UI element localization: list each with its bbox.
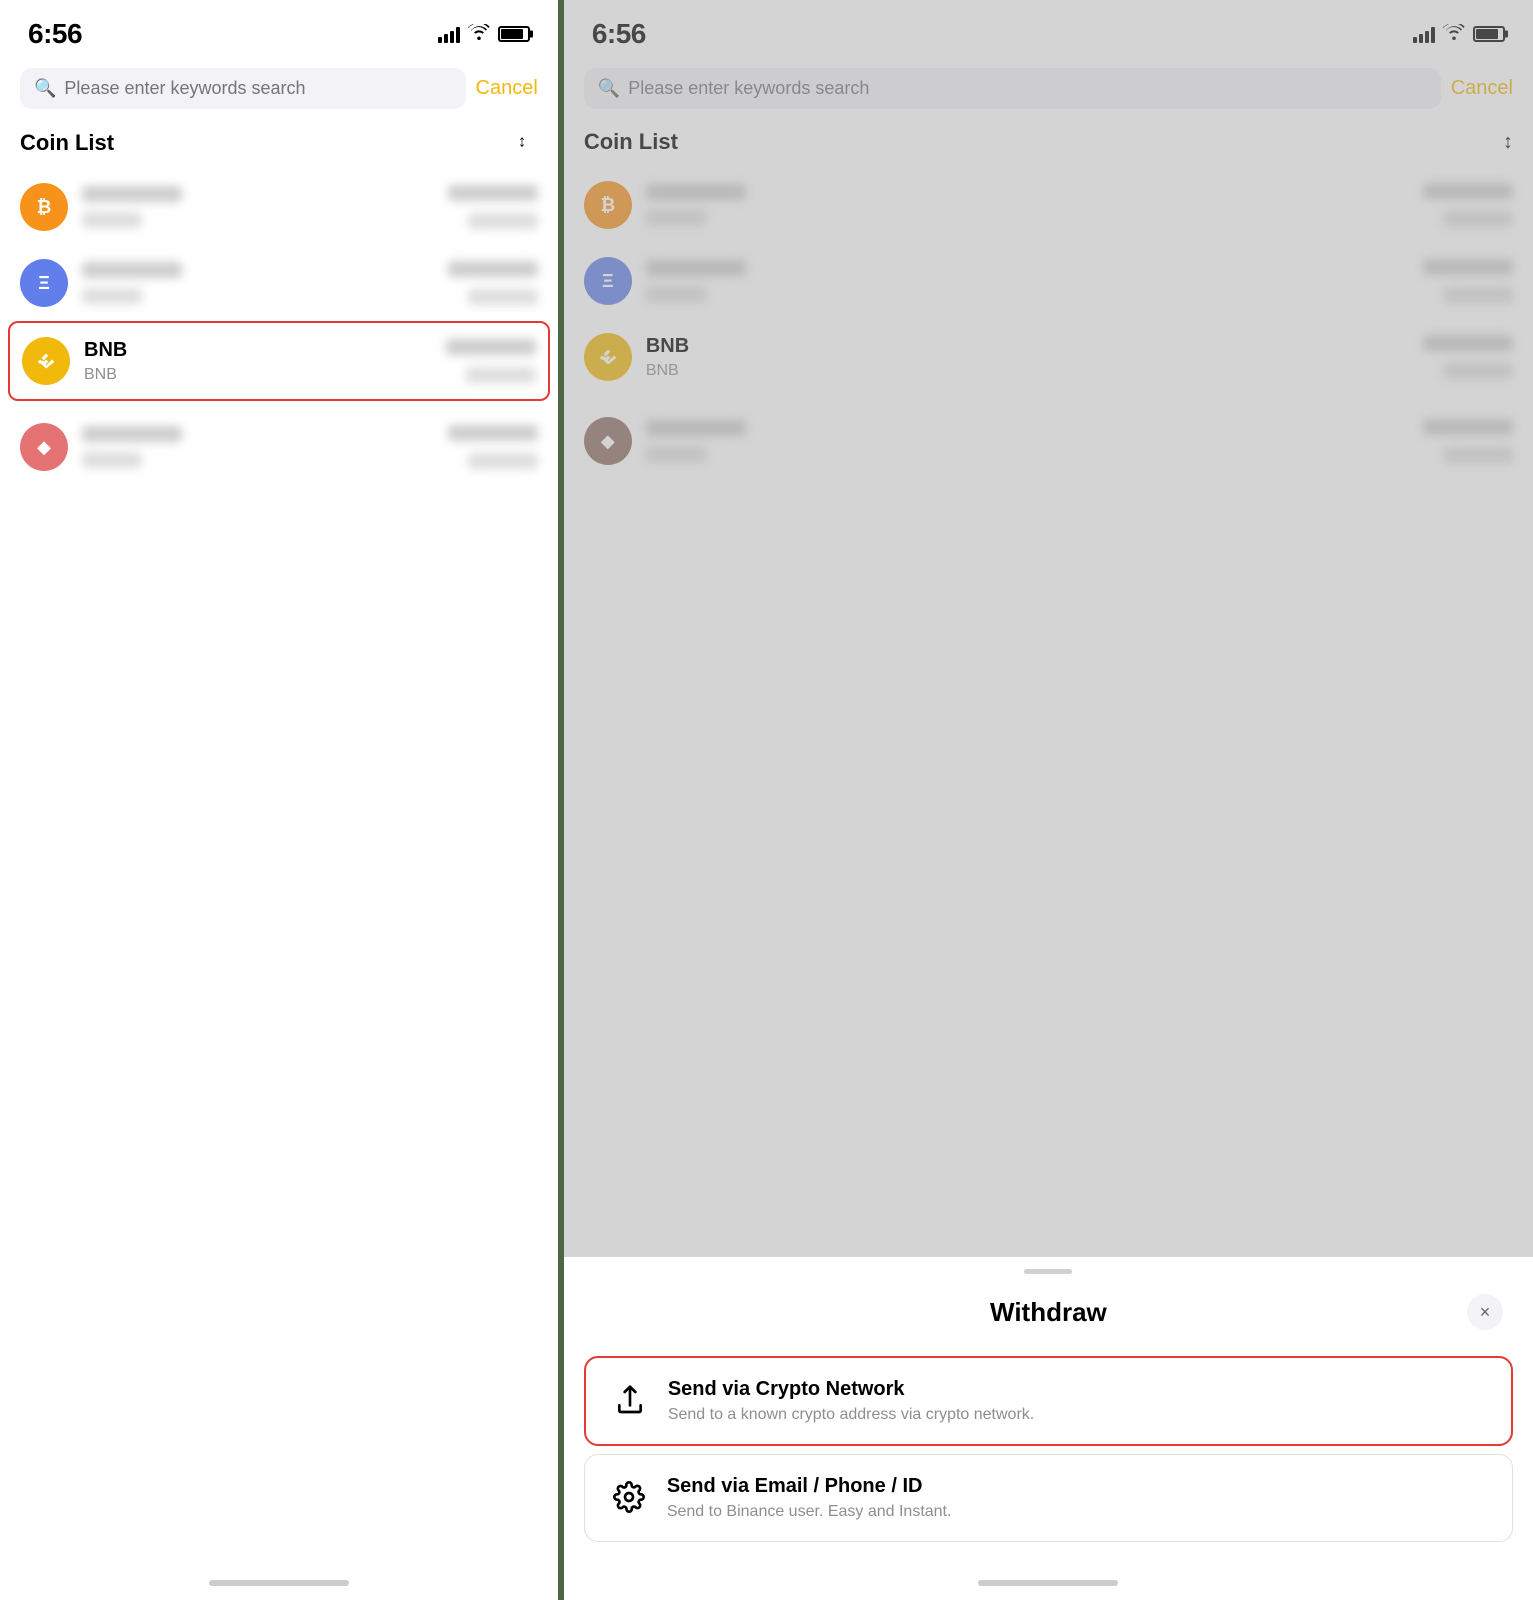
- close-button[interactable]: ×: [1467, 1294, 1503, 1330]
- right-panel: 6:56: [564, 0, 1533, 1600]
- bnb-symbol: BNB: [84, 366, 432, 384]
- coin-values: [448, 425, 538, 469]
- home-indicator: [0, 1560, 558, 1600]
- search-icon: 🔍: [34, 78, 56, 99]
- coin-name-blurred: [82, 262, 182, 278]
- bnb-info: BNB BNB: [84, 339, 432, 384]
- right-top-section: 6:56: [564, 0, 1533, 1257]
- coin-name-blurred: [82, 426, 182, 442]
- send-crypto-desc: Send to a known crypto address via crypt…: [668, 1406, 1034, 1424]
- coin-symbol-blurred: [82, 452, 142, 468]
- coin-info: [82, 186, 434, 228]
- list-item[interactable]: ◆: [20, 409, 538, 485]
- left-status-bar: 6:56: [0, 0, 558, 60]
- sheet-header: Withdraw ×: [564, 1280, 1533, 1348]
- list-item[interactable]: Ξ: [20, 245, 538, 321]
- overlay: [564, 0, 1533, 1257]
- send-email-desc: Send to Binance user. Easy and Instant.: [667, 1503, 952, 1521]
- left-coin-list-title: Coin List: [20, 130, 114, 156]
- bnb-name: BNB: [84, 339, 432, 362]
- coin-symbol-blurred: [82, 288, 142, 304]
- coin-logo: ₿: [20, 183, 68, 231]
- coin-logo: ◆: [20, 423, 68, 471]
- coin-symbol-blurred: [82, 212, 142, 228]
- left-panel: 6:56 🔍 Cancel Coin Lis: [0, 0, 558, 1600]
- send-email-option[interactable]: Send via Email / Phone / ID Send to Bina…: [584, 1454, 1513, 1542]
- coin-values: [448, 261, 538, 305]
- send-email-icon: [607, 1475, 651, 1519]
- signal-icon: [438, 25, 460, 43]
- bnb-logo: [22, 337, 70, 385]
- coin-logo: Ξ: [20, 259, 68, 307]
- left-search-wrapper[interactable]: 🔍: [20, 68, 466, 109]
- svg-text:↕: ↕: [518, 132, 526, 150]
- wifi-icon: [468, 24, 490, 45]
- left-coin-list: ₿ Ξ: [0, 169, 558, 1560]
- cancel-button[interactable]: Cancel: [476, 77, 538, 100]
- left-search-bar: 🔍 Cancel: [0, 60, 558, 121]
- coin-info: [82, 426, 434, 468]
- bnb-values: [446, 339, 536, 383]
- withdraw-bottom-sheet: Withdraw × Send via Crypto Network Send …: [564, 1257, 1533, 1600]
- battery-icon: [498, 26, 530, 42]
- left-coin-list-header: Coin List ↕: [0, 121, 558, 169]
- search-input[interactable]: [64, 78, 451, 99]
- sort-icon[interactable]: ↕: [516, 129, 538, 157]
- bnb-list-item[interactable]: BNB BNB: [8, 321, 550, 401]
- coin-values: [448, 185, 538, 229]
- sheet-handle: [564, 1257, 1533, 1280]
- send-crypto-title: Send via Crypto Network: [668, 1378, 1034, 1401]
- list-item[interactable]: ₿: [20, 169, 538, 245]
- coin-info: [82, 262, 434, 304]
- send-crypto-option[interactable]: Send via Crypto Network Send to a known …: [584, 1356, 1513, 1446]
- right-home-indicator: [564, 1550, 1533, 1600]
- left-time: 6:56: [28, 18, 82, 50]
- sheet-title: Withdraw: [630, 1297, 1467, 1328]
- send-email-title: Send via Email / Phone / ID: [667, 1475, 952, 1498]
- left-status-icons: [438, 24, 530, 45]
- send-crypto-text: Send via Crypto Network Send to a known …: [668, 1378, 1034, 1424]
- coin-name-blurred: [82, 186, 182, 202]
- send-email-text: Send via Email / Phone / ID Send to Bina…: [667, 1475, 952, 1521]
- send-crypto-icon: [608, 1378, 652, 1422]
